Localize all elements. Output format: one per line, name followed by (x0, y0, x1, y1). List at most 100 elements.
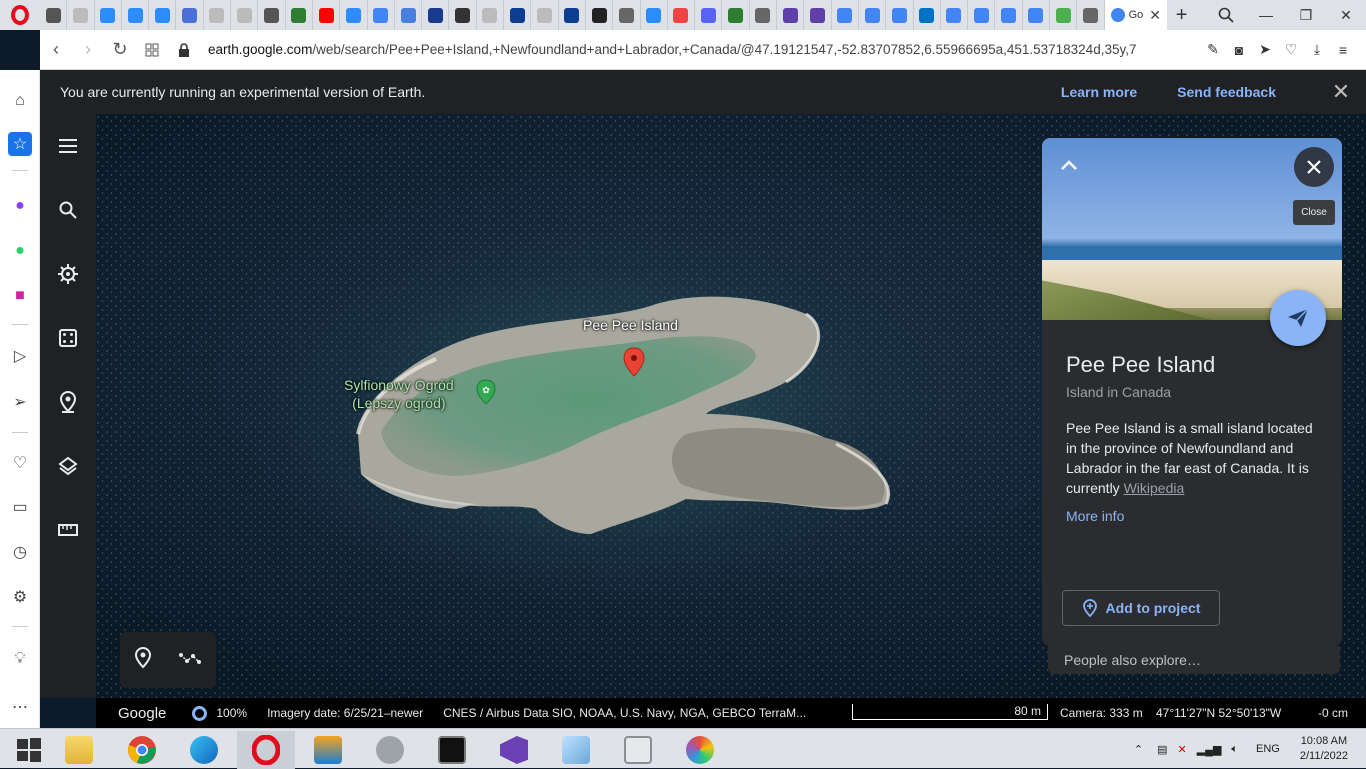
tab-favicon[interactable] (695, 0, 723, 30)
tab-favicon[interactable] (258, 0, 286, 30)
tab-favicon[interactable] (149, 0, 177, 30)
network-adapter-icon[interactable]: ▤ (1157, 743, 1167, 756)
paint-icon[interactable] (671, 731, 729, 769)
lightbulb-icon[interactable]: 💡︎ (8, 647, 32, 671)
tab-favicon[interactable] (641, 0, 668, 30)
tab-favicon[interactable] (559, 0, 586, 30)
tab-favicon[interactable] (340, 0, 368, 30)
performance-monitor-icon[interactable] (609, 731, 667, 769)
panel-close-button[interactable] (1294, 147, 1334, 187)
restore-button[interactable]: ❐ (1286, 0, 1326, 30)
tab-favicon[interactable] (95, 0, 122, 30)
tab-favicon[interactable] (613, 0, 641, 30)
home-icon[interactable]: ⌂ (8, 89, 32, 113)
opera-icon[interactable] (237, 731, 295, 769)
more-icon[interactable]: ⋯ (8, 695, 32, 719)
tab-favicon[interactable] (122, 0, 150, 30)
opera-menu-icon[interactable] (0, 0, 40, 30)
send-feedback-link[interactable]: Send feedback (1177, 84, 1276, 100)
tab-favicon[interactable] (750, 0, 778, 30)
camera-icon[interactable]: ◙ (1226, 30, 1252, 70)
tab-favicon[interactable] (1050, 0, 1078, 30)
tab-favicon[interactable] (941, 0, 969, 30)
visual-studio-icon[interactable] (485, 731, 543, 769)
edit-icon[interactable]: ✎ (1200, 30, 1226, 70)
settings-gear-icon[interactable]: ⚙ (8, 585, 32, 609)
tab-favicon[interactable] (1023, 0, 1050, 30)
tab-favicon[interactable] (995, 0, 1023, 30)
bookmarks-icon[interactable]: ♡ (8, 451, 32, 475)
whatsapp-icon[interactable]: ● (8, 239, 32, 263)
notepad-icon[interactable] (547, 731, 605, 769)
tab-favicon[interactable] (395, 0, 423, 30)
tab-favicon[interactable] (67, 0, 95, 30)
back-button[interactable]: ‹ (40, 30, 72, 70)
collapse-chevron-icon[interactable] (1054, 150, 1084, 180)
tab-favicon[interactable] (531, 0, 559, 30)
voyager-helm-icon[interactable] (56, 262, 80, 286)
printer-error-icon[interactable]: ✕ (1177, 743, 1186, 756)
send-icon[interactable]: ➤ (1252, 30, 1278, 70)
tab-favicon[interactable] (859, 0, 887, 30)
volume-icon[interactable]: 🔈︎ (1231, 743, 1238, 756)
tab-favicon[interactable] (914, 0, 941, 30)
tab-favicon[interactable] (586, 0, 614, 30)
lock-icon[interactable] (168, 30, 200, 70)
tab-favicon[interactable] (40, 0, 68, 30)
tabs-icon[interactable]: ▭ (8, 495, 32, 519)
tab-favicon[interactable] (368, 0, 395, 30)
fly-to-button[interactable] (1270, 290, 1326, 346)
tab-favicon[interactable] (231, 0, 259, 30)
tab-favicon[interactable] (668, 0, 696, 30)
draw-line-icon[interactable] (178, 651, 203, 670)
tab-favicon[interactable] (504, 0, 532, 30)
window-close-button[interactable]: ✕ (1326, 0, 1366, 30)
speed-dial-star-icon[interactable]: ☆ (8, 132, 32, 156)
tab-active[interactable]: Go ✕ (1104, 0, 1167, 30)
search-tabs-icon[interactable] (1206, 0, 1246, 30)
clock[interactable]: 10:08 AM 2/11/2022 (1300, 734, 1348, 764)
messenger-icon[interactable]: ● (8, 194, 32, 218)
instagram-icon[interactable]: ■ (8, 284, 32, 308)
wifi-signal-icon[interactable]: ▂▄▆ (1197, 743, 1222, 756)
poi-label[interactable]: Sylfionowy Ogród (Lepszy ogród) (344, 376, 454, 412)
tab-favicon[interactable] (477, 0, 505, 30)
tab-favicon[interactable] (886, 0, 914, 30)
vmware-icon[interactable] (299, 731, 357, 769)
tab-favicon[interactable] (832, 0, 859, 30)
tab-favicon[interactable] (722, 0, 750, 30)
add-to-project-button[interactable]: Add to project (1062, 590, 1220, 626)
tab-favicon[interactable] (449, 0, 477, 30)
place-label[interactable]: Pee Pee Island (583, 317, 678, 333)
download-icon[interactable]: ⤓ (1304, 30, 1330, 70)
menu-icon[interactable]: ≡ (1330, 30, 1356, 70)
file-explorer-icon[interactable] (50, 731, 108, 769)
tab-favicon[interactable] (286, 0, 313, 30)
imagery-credits[interactable]: CNES / Airbus Data SIO, NOAA, U.S. Navy,… (443, 706, 806, 720)
history-icon[interactable]: ◷ (8, 540, 32, 564)
url-field[interactable]: earth.google.com/web/search/Pee+Pee+Isla… (200, 42, 1200, 57)
speaker-app-icon[interactable] (361, 731, 419, 769)
speed-dial-icon[interactable] (136, 30, 168, 70)
tab-favicon[interactable] (204, 0, 232, 30)
tab-favicon[interactable] (968, 0, 996, 30)
measure-ruler-icon[interactable] (56, 518, 80, 542)
new-tab-button[interactable]: + (1167, 4, 1197, 27)
reload-button[interactable]: ↻ (104, 30, 136, 70)
tab-close-icon[interactable]: ✕ (1149, 7, 1161, 24)
flow-icon[interactable]: ➢ (8, 390, 32, 414)
projects-pin-icon[interactable] (56, 390, 80, 414)
minimize-button[interactable]: — (1246, 0, 1286, 30)
heart-icon[interactable]: ♡ (1278, 30, 1304, 70)
forward-button[interactable]: › (72, 30, 104, 70)
tab-favicon[interactable] (176, 0, 204, 30)
tab-favicon[interactable] (313, 0, 341, 30)
search-icon[interactable] (56, 198, 80, 222)
wikipedia-link[interactable]: Wikipedia (1124, 480, 1185, 496)
people-also-explore[interactable]: People also explore… (1048, 646, 1340, 674)
feeling-lucky-dice-icon[interactable] (56, 326, 80, 350)
tab-favicon[interactable] (777, 0, 805, 30)
more-info-link[interactable]: More info (1066, 508, 1124, 524)
command-prompt-icon[interactable] (423, 731, 481, 769)
edge-icon[interactable] (175, 731, 233, 769)
